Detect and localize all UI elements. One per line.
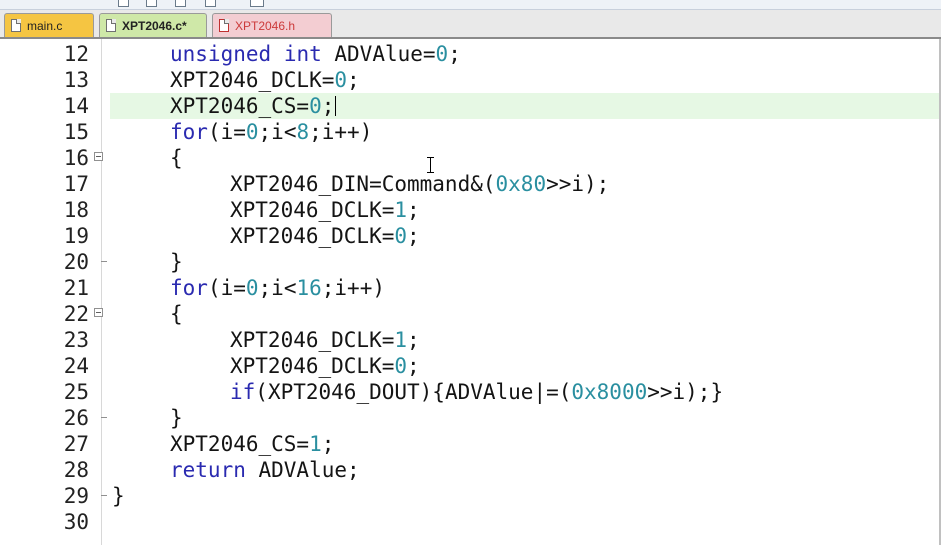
code-editor[interactable]: 12 unsigned int ADVAlue=0; 13 XPT2046_DC…: [0, 39, 941, 545]
code-text: for(i=0;i<8;i++): [170, 120, 373, 144]
code-line: 20 }: [0, 249, 941, 275]
line-number: 18: [63, 198, 89, 222]
line-number: 24: [63, 354, 89, 378]
tab-label: XPT2046.c*: [122, 18, 187, 33]
code-text: XPT2046_DCLK=1;: [230, 198, 420, 222]
toolbar-icon[interactable]: [250, 0, 264, 7]
tab-label: main.c: [27, 18, 63, 33]
line-number: 26: [63, 406, 89, 430]
line-number: 25: [63, 380, 89, 404]
code-line: 12 unsigned int ADVAlue=0;: [0, 41, 941, 67]
code-line: 29 }: [0, 483, 941, 509]
line-number: 28: [63, 458, 89, 482]
code-line: 28 return ADVAlue;: [0, 457, 941, 483]
code-line: 24 XPT2046_DCLK=0;: [0, 353, 941, 379]
tab-xpt2046-c[interactable]: XPT2046.c*: [99, 13, 207, 37]
toolbar-icon[interactable]: [205, 0, 216, 7]
text-caret: [335, 96, 337, 116]
code-line: 15 for(i=0;i<8;i++): [0, 119, 941, 145]
code-line: 19 XPT2046_DCLK=0;: [0, 223, 941, 249]
code-text: XPT2046_DIN=Command&(0x80>>i);: [230, 172, 610, 196]
line-number: 22: [63, 302, 89, 326]
code-text: }: [170, 250, 183, 274]
toolbar-icon[interactable]: [146, 0, 157, 7]
code-text: return ADVAlue;: [170, 458, 360, 482]
code-text: XPT2046_CS=1;: [170, 432, 335, 456]
file-tab-bar: main.c XPT2046.c* XPT2046.h: [0, 10, 941, 39]
line-number: 16: [63, 146, 89, 170]
line-number: 30: [63, 510, 89, 534]
toolbar-icon[interactable]: [175, 0, 186, 7]
line-number: 27: [63, 432, 89, 456]
line-number: 19: [63, 224, 89, 248]
code-text: {: [170, 146, 183, 170]
tab-xpt2046-h[interactable]: XPT2046.h: [212, 13, 332, 37]
code-line: 16 {: [0, 145, 941, 171]
code-line: 13 XPT2046_DCLK=0;: [0, 67, 941, 93]
fold-end-marker: [101, 417, 107, 418]
code-line: 30: [0, 509, 941, 535]
toolbar-strip: [0, 0, 941, 10]
line-number: 12: [63, 42, 89, 66]
file-icon: [11, 19, 21, 32]
line-number: 20: [63, 250, 89, 274]
code-line: 23 XPT2046_DCLK=1;: [0, 327, 941, 353]
code-line: 25 if(XPT2046_DOUT){ADVAlue|=(0x8000>>i)…: [0, 379, 941, 405]
code-text: XPT2046_DCLK=0;: [230, 224, 420, 248]
code-text: {: [170, 302, 183, 326]
code-text: }: [170, 406, 183, 430]
code-line: 27 XPT2046_CS=1;: [0, 431, 941, 457]
fold-end-marker: [101, 261, 107, 262]
code-text: }: [112, 484, 125, 508]
code-text: if(XPT2046_DOUT){ADVAlue|=(0x8000>>i);}: [230, 380, 724, 404]
code-line: 21 for(i=0;i<16;i++): [0, 275, 941, 301]
line-number: 13: [63, 68, 89, 92]
tab-label: XPT2046.h: [235, 18, 296, 33]
code-text: for(i=0;i<16;i++): [170, 276, 385, 300]
tab-main-c[interactable]: main.c: [4, 13, 94, 37]
file-icon: [106, 19, 116, 32]
file-icon: [219, 19, 229, 32]
code-text: XPT2046_DCLK=0;: [170, 68, 360, 92]
code-text: XPT2046_DCLK=0;: [230, 354, 420, 378]
line-number: 23: [63, 328, 89, 352]
line-number: 29: [63, 484, 89, 508]
code-line: 17 XPT2046_DIN=Command&(0x80>>i);: [0, 171, 941, 197]
code-text: unsigned int ADVAlue=0;: [170, 42, 461, 66]
toolbar-icon[interactable]: [118, 0, 129, 7]
fold-toggle-icon[interactable]: [94, 308, 103, 317]
fold-toggle-icon[interactable]: [94, 152, 103, 161]
code-line: 22 {: [0, 301, 941, 327]
mouse-ibeam-cursor-icon: [427, 157, 434, 173]
line-number: 17: [63, 172, 89, 196]
code-line-current: 14 XPT2046_CS=0;: [0, 93, 941, 119]
line-number: 21: [63, 276, 89, 300]
code-text: XPT2046_CS=0;: [170, 94, 337, 118]
line-number: 15: [63, 120, 89, 144]
code-text: XPT2046_DCLK=1;: [230, 328, 420, 352]
fold-end-marker: [101, 495, 107, 496]
code-line: 26 }: [0, 405, 941, 431]
line-number: 14: [63, 94, 89, 118]
code-line: 18 XPT2046_DCLK=1;: [0, 197, 941, 223]
